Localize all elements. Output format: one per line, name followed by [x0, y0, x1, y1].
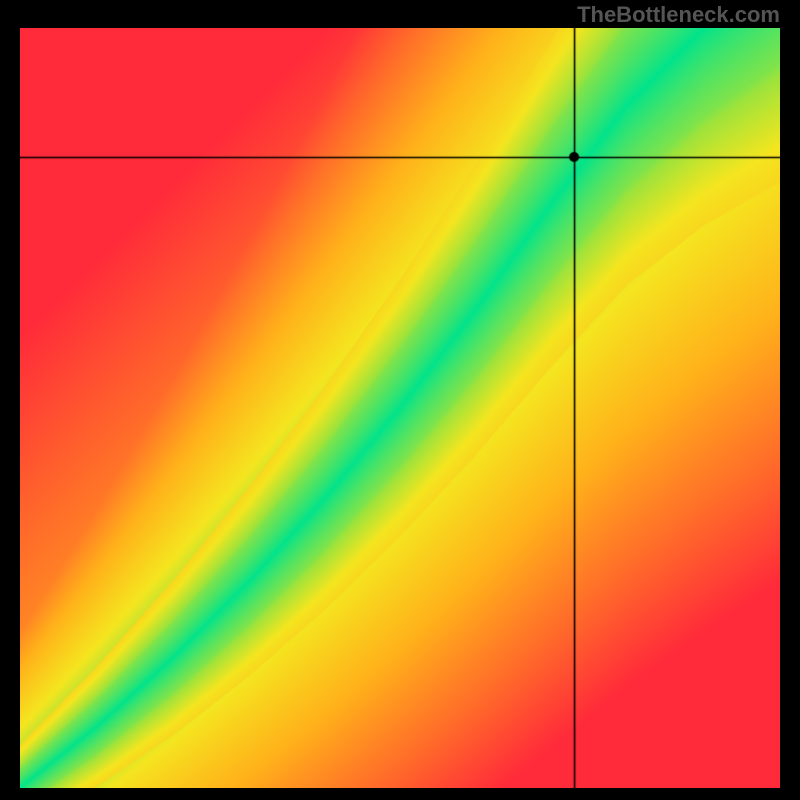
attribution-watermark: TheBottleneck.com: [577, 2, 780, 28]
chart-container: TheBottleneck.com: [0, 0, 800, 800]
bottleneck-heatmap-canvas: [20, 28, 780, 788]
